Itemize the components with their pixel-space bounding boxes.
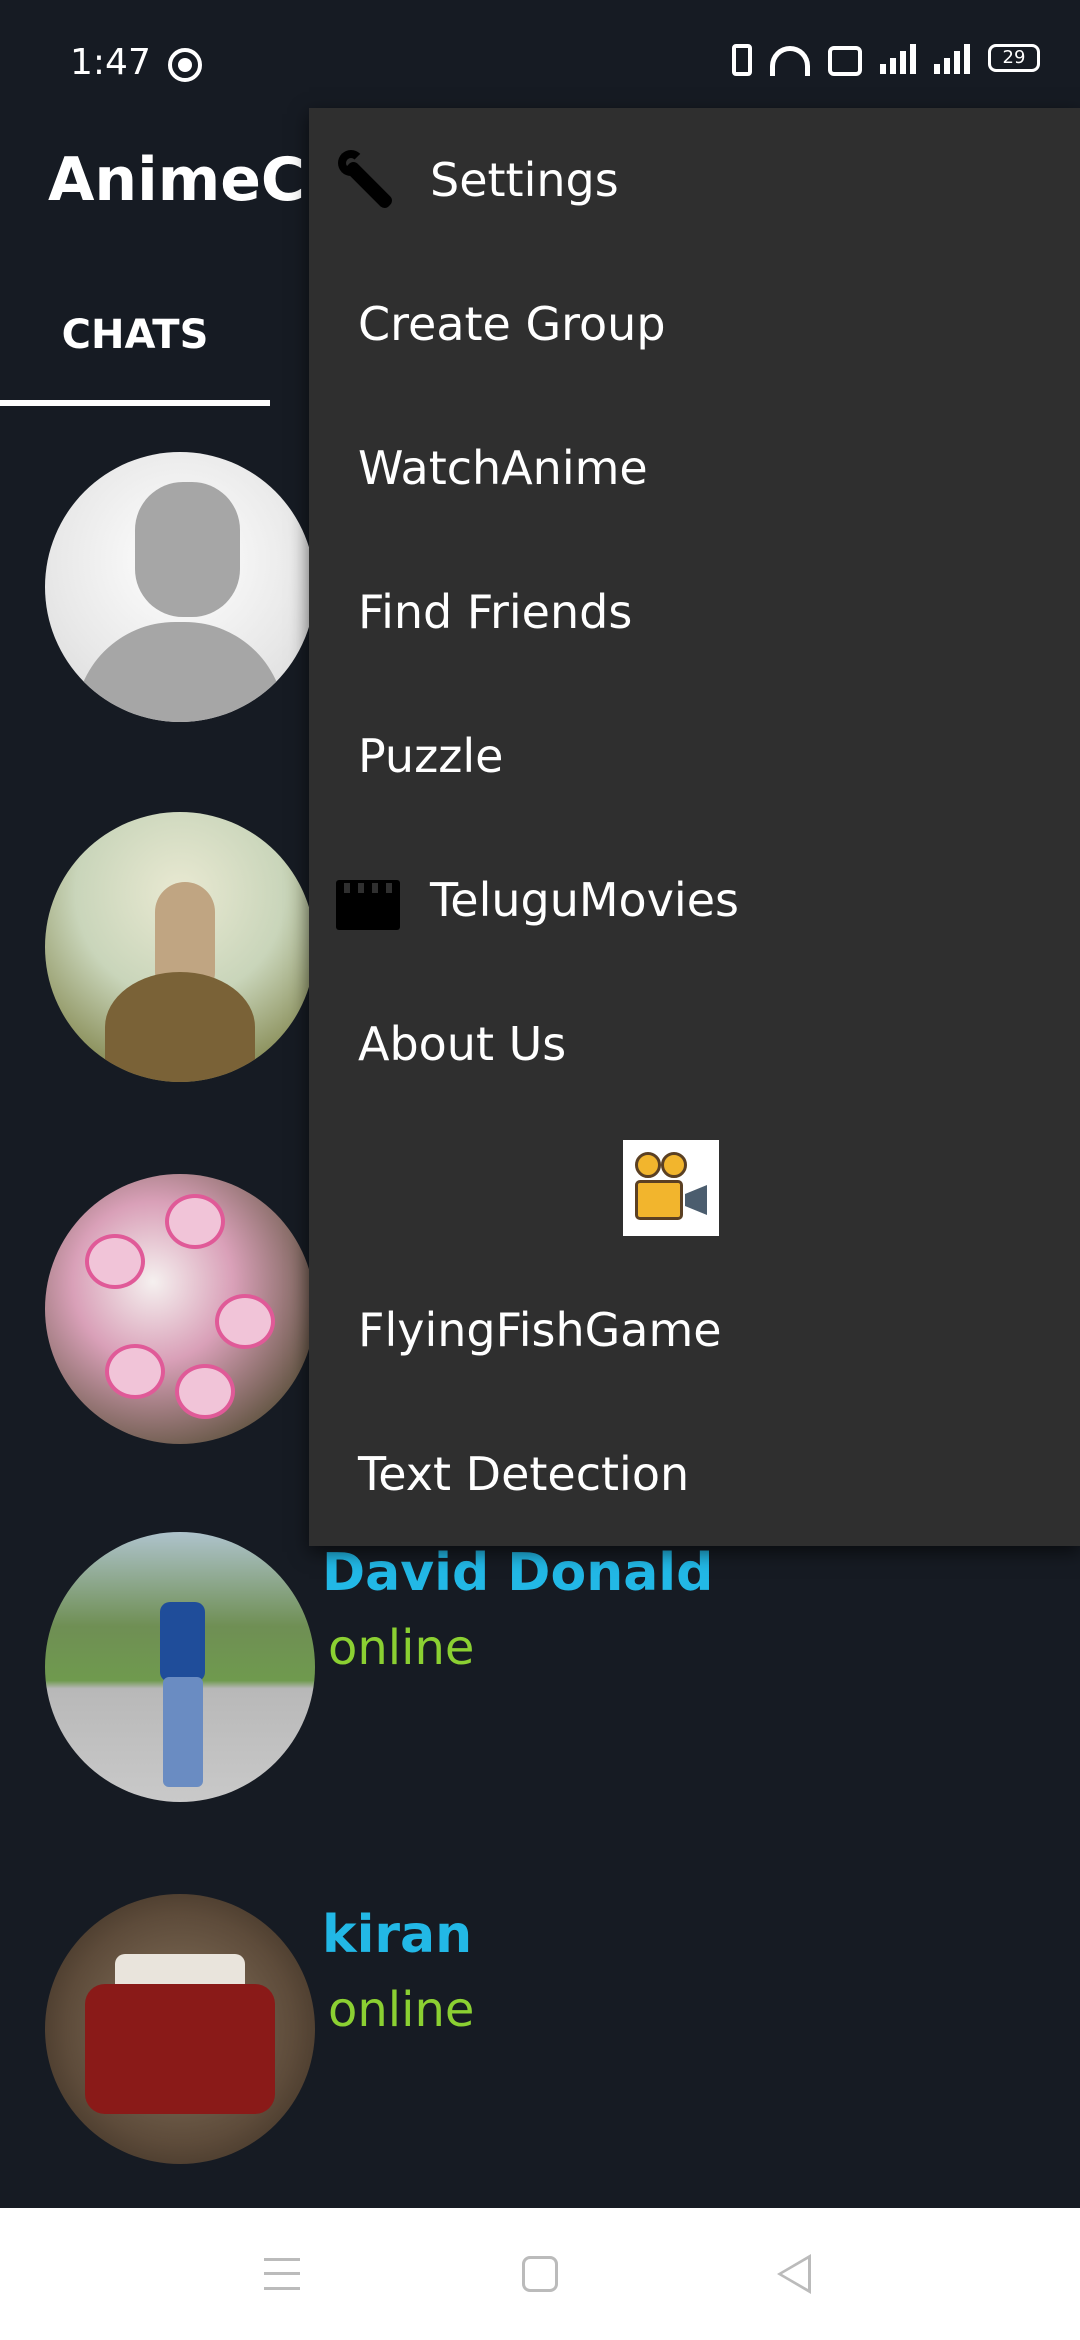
menu-item-about-us[interactable]: About Us bbox=[309, 972, 1080, 1116]
chat-name: David Donald bbox=[322, 1543, 714, 1603]
surreal-hand-art-avatar[interactable] bbox=[45, 812, 315, 1082]
menu-item-watchanime[interactable]: WatchAnime bbox=[309, 396, 1080, 540]
menu-item-label: Settings bbox=[430, 153, 619, 207]
tab-indicator bbox=[0, 400, 270, 406]
menu-item-label: Puzzle bbox=[358, 729, 504, 783]
menu-item-text-detection[interactable]: Text Detection bbox=[309, 1402, 1080, 1546]
system-nav-bar bbox=[0, 2208, 1080, 2340]
chat-name: kiran bbox=[322, 1905, 473, 1965]
status-icons: 29 bbox=[732, 40, 1040, 76]
man-walking-avatar[interactable] bbox=[45, 1532, 315, 1802]
tab-chats[interactable]: CHATS bbox=[0, 300, 270, 408]
chat-item[interactable]: David Donald online bbox=[0, 1530, 1080, 1830]
menu-item-settings[interactable]: Settings bbox=[309, 108, 1080, 252]
chat-status: online bbox=[328, 1982, 475, 2038]
overflow-menu: Settings Create Group WatchAnime Find Fr… bbox=[309, 108, 1080, 1546]
pink-flowers-avatar[interactable] bbox=[45, 1174, 315, 1444]
home-icon[interactable] bbox=[522, 2256, 558, 2292]
whatsapp-icon bbox=[168, 48, 202, 82]
signal-icon bbox=[880, 42, 916, 74]
wifi-icon bbox=[770, 46, 810, 76]
menu-item-find-friends[interactable]: Find Friends bbox=[309, 540, 1080, 684]
menu-item-label: Text Detection bbox=[358, 1447, 690, 1501]
signal-icon bbox=[934, 42, 970, 74]
recents-icon[interactable] bbox=[264, 2258, 300, 2290]
movie-projector-icon[interactable] bbox=[623, 1140, 719, 1236]
vibrate-icon bbox=[732, 44, 752, 76]
menu-item-flyingfishgame[interactable]: FlyingFishGame bbox=[309, 1258, 1080, 1402]
default-person-avatar[interactable] bbox=[45, 452, 315, 722]
chat-status: online bbox=[328, 1620, 475, 1676]
wrench-icon bbox=[336, 148, 400, 212]
status-time: 1:47 bbox=[70, 42, 151, 83]
status-bar: 1:47 29 bbox=[0, 0, 1080, 120]
red-jeep-avatar[interactable] bbox=[45, 1894, 315, 2164]
menu-item-label: FlyingFishGame bbox=[358, 1303, 722, 1357]
menu-item-label: Find Friends bbox=[358, 585, 633, 639]
menu-item-label: Create Group bbox=[358, 297, 666, 351]
menu-item-label: TeluguMovies bbox=[430, 873, 739, 927]
wifi-calling-icon bbox=[828, 46, 862, 76]
clapperboard-icon bbox=[336, 880, 400, 930]
menu-item-telugumovies[interactable]: TeluguMovies bbox=[309, 828, 1080, 972]
menu-item-label: About Us bbox=[358, 1017, 567, 1071]
battery-icon: 29 bbox=[988, 44, 1040, 72]
menu-item-label: WatchAnime bbox=[358, 441, 648, 495]
menu-item-create-group[interactable]: Create Group bbox=[309, 252, 1080, 396]
back-icon[interactable] bbox=[777, 2254, 811, 2294]
menu-item-puzzle[interactable]: Puzzle bbox=[309, 684, 1080, 828]
chat-item[interactable]: kiran online bbox=[0, 1890, 1080, 2190]
